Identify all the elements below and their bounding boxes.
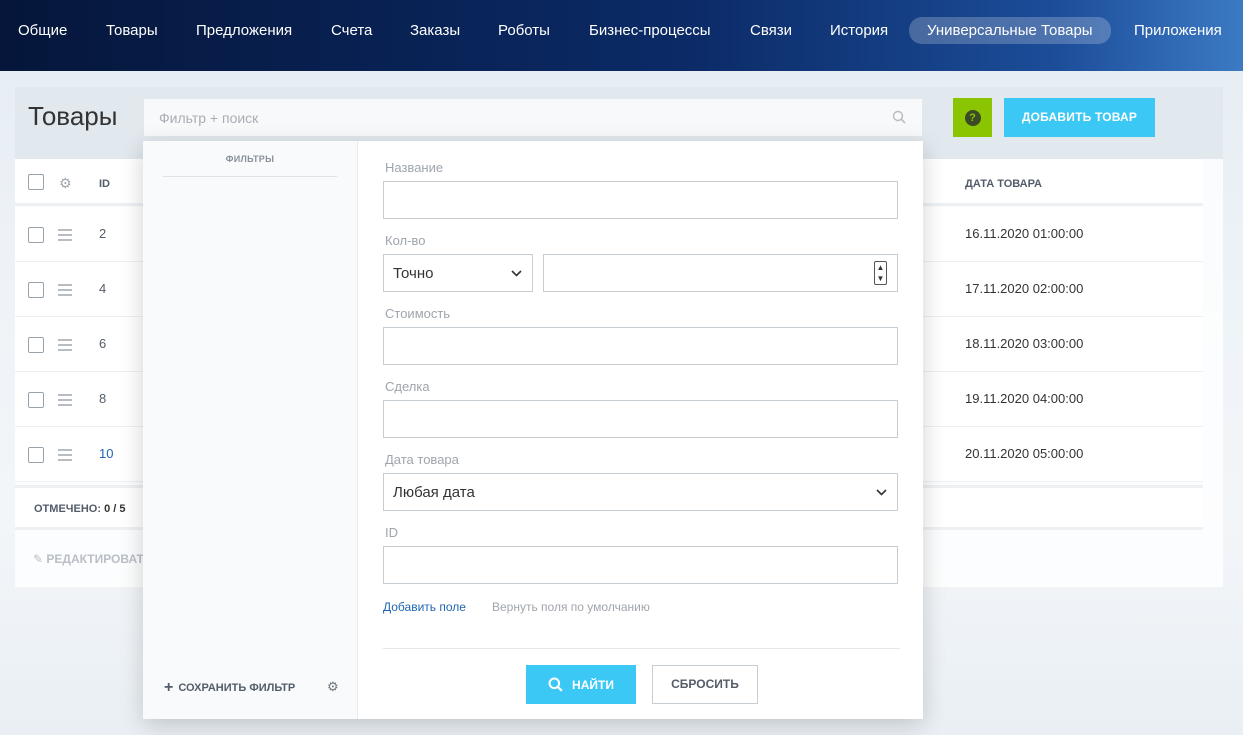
help-button[interactable]: ?	[953, 98, 992, 137]
nav-item-links[interactable]: Связи	[750, 19, 792, 43]
restore-fields-link[interactable]: Вернуть поля по умолчанию	[492, 600, 650, 614]
menu-icon[interactable]	[58, 229, 72, 244]
search-placeholder: Фильтр + поиск	[159, 110, 259, 126]
stepper-down-icon[interactable]: ▼	[875, 273, 886, 284]
row-id[interactable]: 10	[99, 446, 113, 461]
nav-item-invoices[interactable]: Счета	[331, 19, 372, 43]
row-checkbox[interactable]	[28, 392, 44, 408]
filter-search-bar[interactable]: Фильтр + поиск	[143, 98, 923, 137]
add-product-button[interactable]: ДОБАВИТЬ ТОВАР	[1004, 98, 1155, 137]
menu-icon[interactable]	[58, 339, 72, 354]
nav-item-business-processes[interactable]: Бизнес-процессы	[589, 19, 711, 43]
plus-icon: +	[164, 679, 174, 696]
search-icon[interactable]	[892, 110, 906, 124]
row-date: 19.11.2020 04:00:00	[965, 391, 1084, 406]
add-field-link[interactable]: Добавить поле	[383, 600, 466, 614]
row-date: 20.11.2020 05:00:00	[965, 446, 1084, 461]
row-id: 6	[99, 336, 107, 351]
nav-item-universal-products[interactable]: Универсальные Товары	[909, 17, 1111, 44]
menu-icon[interactable]	[58, 284, 72, 299]
selected-counter: ОТМЕЧЕНО: 0 / 5	[34, 503, 125, 515]
gear-icon[interactable]: ⚙	[59, 176, 73, 190]
edit-action-label: РЕДАКТИРОВАТ	[46, 552, 144, 566]
nav-item-robots[interactable]: Роботы	[498, 19, 550, 43]
field-label-id: ID	[385, 525, 398, 540]
row-date: 18.11.2020 03:00:00	[965, 336, 1084, 351]
chevron-down-icon	[511, 270, 522, 277]
nav-item-orders[interactable]: Заказы	[410, 19, 460, 43]
edit-action[interactable]: ✎ РЕДАКТИРОВАТ	[33, 552, 144, 566]
field-label-qty: Кол-во	[385, 233, 426, 248]
row-id: 8	[99, 391, 107, 406]
row-checkbox[interactable]	[28, 227, 44, 243]
selected-counter-label: ОТМЕЧЕНО:	[34, 503, 102, 515]
field-label-cost: Стоимость	[385, 306, 451, 321]
field-label-name: Название	[385, 160, 444, 175]
find-button[interactable]: НАЙТИ	[526, 665, 636, 704]
row-date: 17.11.2020 02:00:00	[965, 281, 1084, 296]
nav-item-history[interactable]: История	[830, 19, 888, 43]
chevron-down-icon	[876, 489, 887, 496]
search-icon	[548, 677, 563, 692]
filter-popup: ФИЛЬТРЫ + СОХРАНИТЬ ФИЛЬТР ⚙ Название Кол…	[143, 141, 923, 719]
nav-item-general[interactable]: Общие	[18, 19, 67, 43]
filter-sidebar: ФИЛЬТРЫ + СОХРАНИТЬ ФИЛЬТР ⚙	[143, 141, 358, 719]
number-stepper[interactable]: ▲ ▼	[874, 261, 887, 285]
filter-sidebar-caption: ФИЛЬТРЫ	[163, 154, 337, 177]
row-id: 2	[99, 226, 107, 241]
find-button-label: НАЙТИ	[572, 677, 614, 692]
field-label-date: Дата товара	[385, 452, 459, 467]
reset-button[interactable]: СБРОСИТЬ	[652, 665, 758, 704]
gear-icon[interactable]: ⚙	[327, 679, 339, 695]
menu-icon[interactable]	[58, 394, 72, 409]
nav-item-apps[interactable]: Приложения	[1134, 19, 1222, 43]
save-filter-label: СОХРАНИТЬ ФИЛЬТР	[178, 682, 296, 694]
menu-icon[interactable]	[58, 449, 72, 464]
nav-item-offers[interactable]: Предложения	[196, 19, 292, 43]
filter-divider	[383, 648, 900, 649]
column-header-id[interactable]: ID	[99, 178, 110, 190]
id-input[interactable]	[383, 546, 898, 584]
top-navigation: Общие Товары Предложения Счета Заказы Ро…	[0, 0, 1243, 71]
row-id: 4	[99, 281, 107, 296]
cost-input[interactable]	[383, 327, 898, 365]
selected-counter-value: 0 / 5	[104, 503, 126, 515]
field-label-deal: Сделка	[385, 379, 430, 394]
select-all-checkbox[interactable]	[28, 174, 44, 190]
name-input[interactable]	[383, 181, 898, 219]
pencil-icon: ✎	[33, 552, 44, 566]
date-select[interactable]: Любая дата	[383, 473, 898, 511]
deal-input[interactable]	[383, 400, 898, 438]
stepper-up-icon[interactable]: ▲	[875, 262, 886, 273]
save-filter-button[interactable]: + СОХРАНИТЬ ФИЛЬТР	[164, 679, 295, 697]
date-select-value: Любая дата	[393, 484, 475, 501]
page-title: Товары	[28, 101, 118, 131]
row-date: 16.11.2020 01:00:00	[965, 226, 1084, 241]
question-icon: ?	[964, 109, 981, 126]
column-header-date[interactable]: ДАТА ТОВАРА	[965, 178, 1042, 190]
row-checkbox[interactable]	[28, 337, 44, 353]
qty-mode-select[interactable]: Точно	[383, 254, 533, 292]
qty-mode-value: Точно	[393, 265, 434, 282]
row-checkbox[interactable]	[28, 447, 44, 463]
qty-input[interactable]: ▲ ▼	[543, 254, 898, 292]
row-checkbox[interactable]	[28, 282, 44, 298]
nav-item-products[interactable]: Товары	[106, 19, 158, 43]
